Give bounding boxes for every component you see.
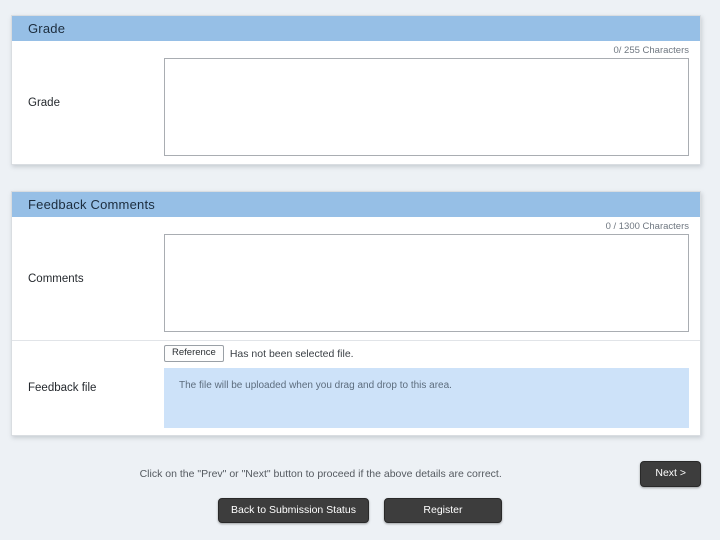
file-dropzone[interactable]: The file will be uploaded when you drag … (164, 368, 689, 428)
grade-textarea[interactable] (164, 58, 689, 156)
feedback-file-label: Feedback file (12, 341, 164, 435)
feedback-file-field-cell: Reference Has not been selected file. Th… (164, 341, 700, 435)
comments-char-counter: 0 / 1300 Characters (164, 221, 689, 233)
register-button[interactable]: Register (384, 498, 502, 524)
grade-label-text: Grade (28, 97, 60, 109)
grade-row: Grade 0/ 255 Characters (12, 41, 700, 164)
grade-panel-title: Grade (28, 21, 65, 36)
grade-char-counter: 0/ 255 Characters (164, 45, 689, 57)
feedback-file-label-text: Feedback file (28, 382, 96, 394)
instruction-text: Click on the "Prev" or "Next" button to … (11, 468, 630, 480)
grade-label: Grade (12, 41, 164, 164)
comments-label: Comments (12, 217, 164, 340)
comments-label-text: Comments (28, 273, 84, 285)
footer-row: Click on the "Prev" or "Next" button to … (11, 461, 701, 487)
grade-field-cell: 0/ 255 Characters (164, 41, 700, 164)
next-button[interactable]: Next > (640, 461, 701, 487)
grade-panel: Grade Grade 0/ 255 Characters (11, 15, 701, 165)
comments-textarea[interactable] (164, 234, 689, 332)
bottom-button-row: Back to Submission Status Register (0, 498, 720, 524)
feedback-panel-title: Feedback Comments (28, 197, 155, 212)
grade-panel-header: Grade (12, 16, 700, 41)
back-to-submission-status-button[interactable]: Back to Submission Status (218, 498, 369, 524)
feedback-file-row: Feedback file Reference Has not been sel… (12, 340, 700, 435)
comments-field-cell: 0 / 1300 Characters (164, 217, 700, 340)
feedback-panel: Feedback Comments Comments 0 / 1300 Char… (11, 191, 701, 436)
file-dropzone-text: The file will be uploaded when you drag … (179, 380, 452, 391)
file-select-line: Reference Has not been selected file. (164, 345, 689, 362)
comments-row: Comments 0 / 1300 Characters (12, 217, 700, 340)
reference-file-button[interactable]: Reference (164, 345, 224, 362)
feedback-panel-header: Feedback Comments (12, 192, 700, 217)
no-file-selected-text: Has not been selected file. (230, 348, 354, 360)
